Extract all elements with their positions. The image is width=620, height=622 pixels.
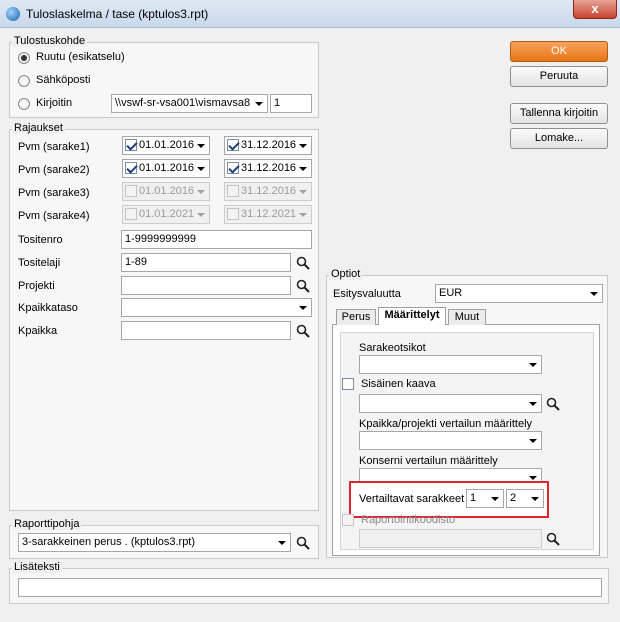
chevron-down-icon xyxy=(529,476,537,480)
tab-perus[interactable]: Perus xyxy=(336,309,376,325)
internal-formula-label: Sisäinen kaava xyxy=(361,378,436,390)
report-template-value: 3-sarakkeinen perus . (kptulos3.rpt) xyxy=(22,536,196,548)
chevron-down-icon xyxy=(529,402,537,406)
highlight-box xyxy=(349,481,549,518)
projekti-input[interactable] xyxy=(121,276,291,295)
date-row-1-to-checkbox[interactable] xyxy=(227,139,239,151)
magnifier-icon[interactable] xyxy=(296,279,310,293)
currency-select[interactable]: EUR xyxy=(435,284,603,303)
form-button[interactable]: Lomake... xyxy=(510,128,608,149)
chevron-down-icon xyxy=(299,306,307,310)
date-row-4-to-checkbox[interactable] xyxy=(227,208,239,220)
chevron-down-icon xyxy=(197,144,205,148)
report-template-legend: Raporttipohja xyxy=(12,518,82,530)
magnifier-icon[interactable] xyxy=(296,324,310,338)
date-row-4-from-checkbox[interactable] xyxy=(125,208,137,220)
kpaikkataso-label: Kpaikkataso xyxy=(18,302,78,314)
reporting-codes-checkbox[interactable] xyxy=(342,514,354,526)
radio-email-label: Sähköposti xyxy=(36,74,91,86)
reporting-codes-label: Raportointikoodisto xyxy=(361,514,456,526)
chevron-down-icon xyxy=(299,167,307,171)
date-row-2-from-value: 01.01.2016 xyxy=(139,162,195,174)
chevron-down-icon xyxy=(299,213,307,217)
currency-value: EUR xyxy=(439,287,463,299)
reporting-codes-input[interactable] xyxy=(359,529,542,548)
tab-maarittelyt[interactable]: Määrittelyt xyxy=(378,307,446,325)
date-row-2-to-value: 31.12.2016 xyxy=(241,162,297,174)
cc-project-label: Kpaikka/projekti vertailun määrittely xyxy=(359,418,533,430)
column-headers-label: Sarakeotsikot xyxy=(359,342,426,354)
magnifier-icon[interactable] xyxy=(546,397,560,411)
radio-printer[interactable] xyxy=(18,98,30,110)
radio-email[interactable] xyxy=(18,75,30,87)
date-row-3-to-checkbox[interactable] xyxy=(227,185,239,197)
magnifier-icon[interactable] xyxy=(296,536,310,550)
date-row-1-to-value: 31.12.2016 xyxy=(241,139,297,151)
date-row-3-to-value: 31.12.2016 xyxy=(241,185,297,197)
cc-project-select[interactable] xyxy=(359,431,542,450)
date-row-4-to-value: 31.12.2021 xyxy=(241,208,297,220)
save-printer-button[interactable]: Tallenna kirjoitin xyxy=(510,103,608,124)
extra-text-input[interactable] xyxy=(18,578,602,597)
date-row-4-label: Pvm (sarake4) xyxy=(18,210,90,222)
radio-screen-label: Ruutu (esikatselu) xyxy=(36,51,125,63)
close-button[interactable]: x xyxy=(573,0,617,19)
magnifier-icon[interactable] xyxy=(296,256,310,270)
chevron-down-icon xyxy=(197,190,205,194)
chevron-down-icon xyxy=(299,190,307,194)
date-row-3-from-value: 01.01.2016 xyxy=(139,185,195,197)
output-legend: Tulostuskohde xyxy=(12,35,88,47)
date-row-1-label: Pvm (sarake1) xyxy=(18,141,90,153)
limits-legend: Rajaukset xyxy=(12,122,65,134)
magnifier-icon[interactable] xyxy=(546,532,560,546)
currency-label: Esitysvaluutta xyxy=(333,288,401,300)
tab-muut[interactable]: Muut xyxy=(448,309,486,325)
tositelaji-label: Tositelaji xyxy=(18,257,61,269)
group-label: Konserni vertailun määrittely xyxy=(359,455,498,467)
projekti-label: Projekti xyxy=(18,280,55,292)
options-legend: Optiot xyxy=(329,268,363,280)
tositelaji-input[interactable]: 1-89 xyxy=(121,253,291,272)
kpaikka-input[interactable] xyxy=(121,321,291,340)
cancel-button[interactable]: Peruuta xyxy=(510,66,608,87)
date-row-1-from-checkbox[interactable] xyxy=(125,139,137,151)
date-row-3-label: Pvm (sarake3) xyxy=(18,187,90,199)
ok-button[interactable]: OK xyxy=(510,41,608,62)
report-template-select[interactable]: 3-sarakkeinen perus . (kptulos3.rpt) xyxy=(18,533,291,552)
radio-screen[interactable] xyxy=(18,52,30,64)
chevron-down-icon xyxy=(590,292,598,296)
extra-text-legend: Lisäteksti xyxy=(12,561,62,573)
kpaikkataso-select[interactable] xyxy=(121,298,312,317)
printer-select[interactable]: \\vswf-sr-vsa001\vismavsa8 xyxy=(111,94,268,113)
printer-select-value: \\vswf-sr-vsa001\vismavsa8 xyxy=(115,97,251,109)
date-row-3-from-checkbox[interactable] xyxy=(125,185,137,197)
chevron-down-icon xyxy=(197,213,205,217)
kpaikka-label: Kpaikka xyxy=(18,325,58,337)
app-logo-icon xyxy=(6,7,20,21)
chevron-down-icon xyxy=(255,102,263,106)
tositenro-input[interactable]: 1-9999999999 xyxy=(121,230,312,249)
date-row-2-to-checkbox[interactable] xyxy=(227,162,239,174)
date-row-4-from-value: 01.01.2021 xyxy=(139,208,195,220)
chevron-down-icon xyxy=(278,541,286,545)
internal-formula-select[interactable] xyxy=(359,394,542,413)
chevron-down-icon xyxy=(529,363,537,367)
chevron-down-icon xyxy=(299,144,307,148)
copies-input[interactable]: 1 xyxy=(270,94,312,113)
radio-printer-label: Kirjoitin xyxy=(36,97,73,109)
date-row-2-from-checkbox[interactable] xyxy=(125,162,137,174)
date-row-2-label: Pvm (sarake2) xyxy=(18,164,90,176)
internal-formula-checkbox[interactable] xyxy=(342,378,354,390)
column-headers-select[interactable] xyxy=(359,355,542,374)
chevron-down-icon xyxy=(529,439,537,443)
window-title: Tuloslaskelma / tase (kptulos3.rpt) xyxy=(26,7,209,21)
date-row-1-from-value: 01.01.2016 xyxy=(139,139,195,151)
tositenro-label: Tositenro xyxy=(18,234,63,246)
chevron-down-icon xyxy=(197,167,205,171)
